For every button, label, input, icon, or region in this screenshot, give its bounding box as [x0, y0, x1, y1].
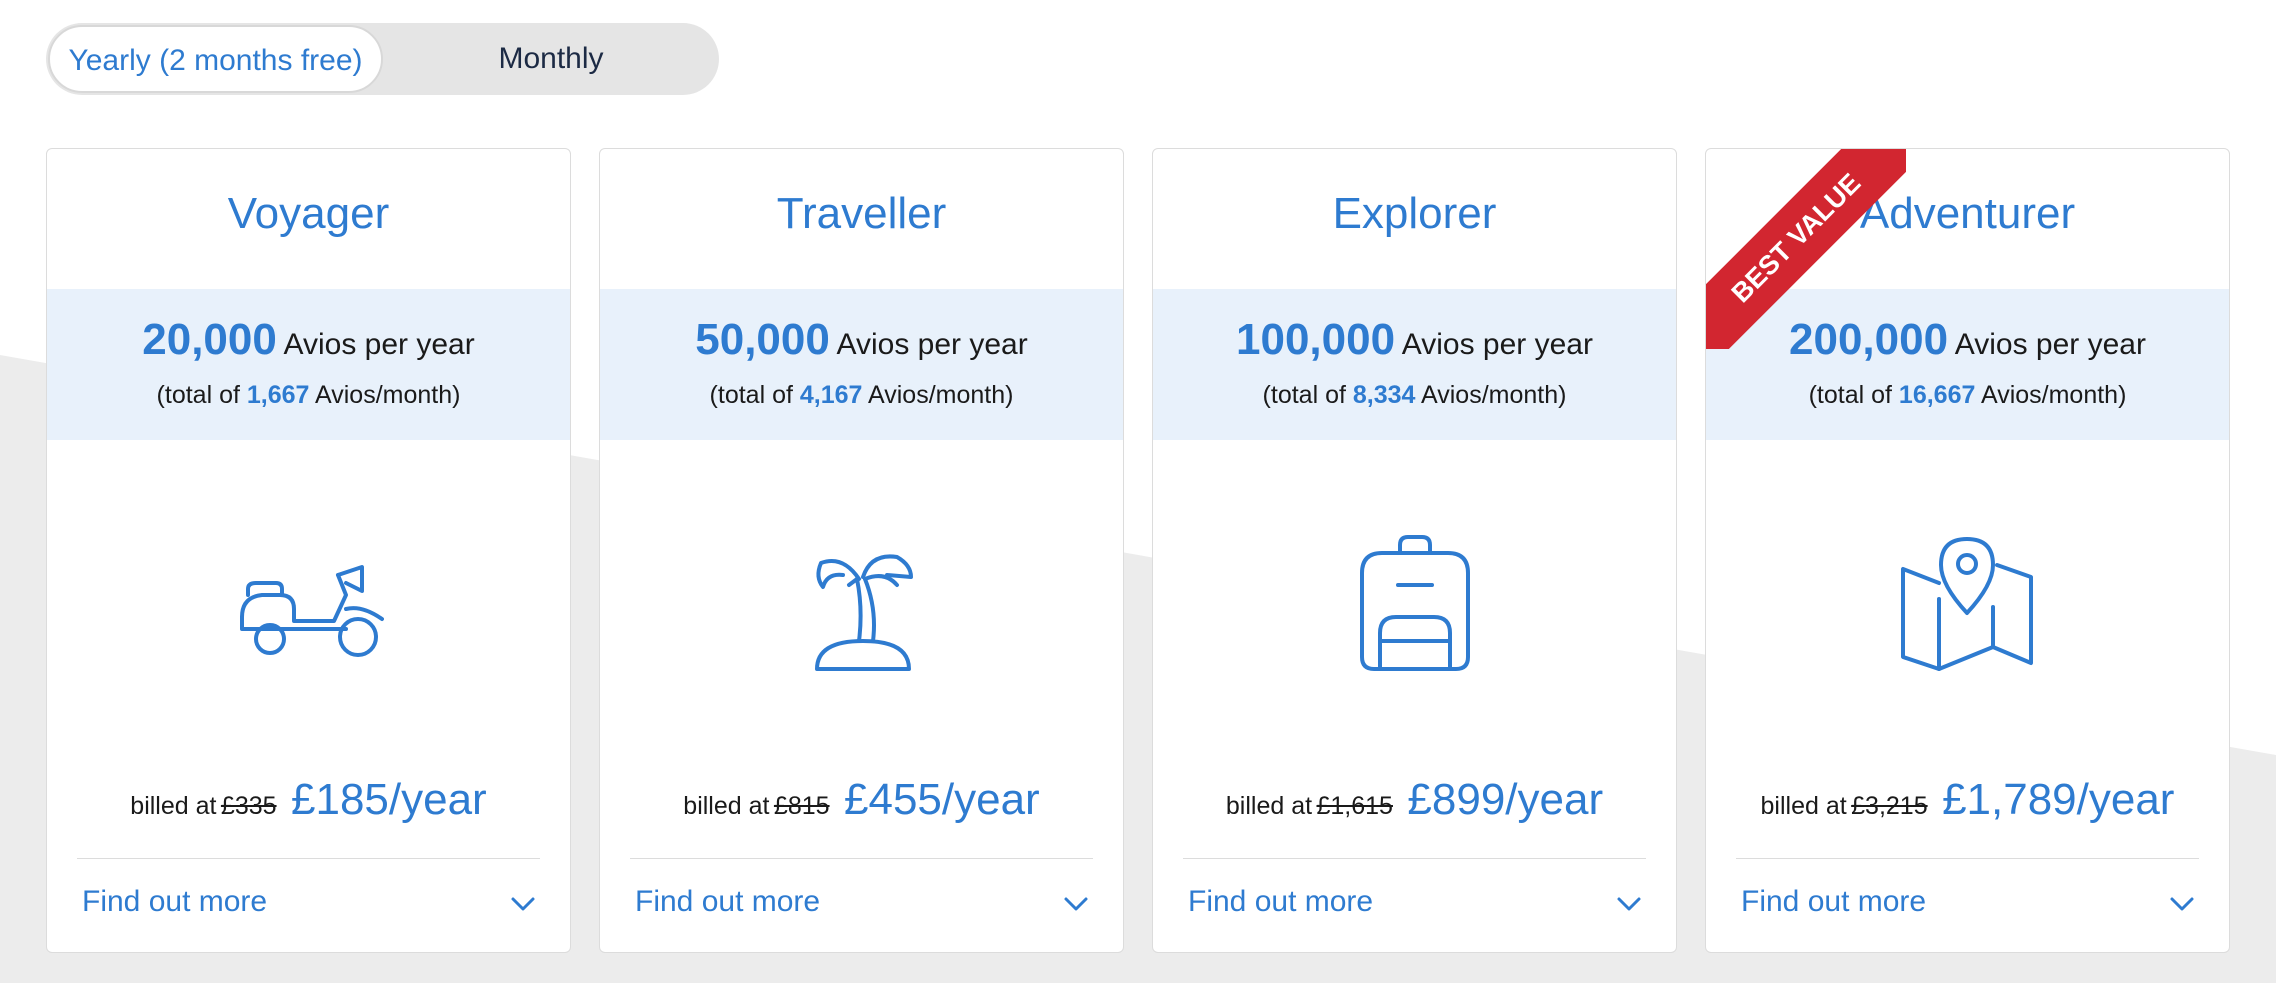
avios-per-year: 100,000 — [1236, 315, 1396, 364]
best-value-ribbon: BEST VALUE — [1706, 149, 1906, 349]
avios-per-year: 20,000 — [142, 315, 277, 364]
price-line: billed at £815 £455/year — [600, 775, 1123, 825]
divider — [1736, 858, 2199, 859]
price-line: billed at £335 £185/year — [47, 775, 570, 825]
plan-price: £455/year — [844, 775, 1040, 824]
avios-unit: Avios per year — [283, 328, 475, 361]
avios-band: 50,000 Avios per year (total of 4,167 Av… — [600, 289, 1123, 440]
divider — [630, 858, 1093, 859]
month-suffix: Avios/month) — [1421, 381, 1567, 409]
billed-label: billed at — [1760, 792, 1847, 820]
month-suffix: Avios/month) — [868, 381, 1014, 409]
billed-label: billed at — [683, 792, 770, 820]
plan-price: £185/year — [291, 775, 487, 824]
plan-card-explorer: Explorer 100,000 Avios per year (total o… — [1152, 148, 1677, 953]
avios-per-month: 8,334 — [1352, 381, 1416, 409]
map-pin-icon — [1893, 529, 2043, 679]
avios-per-month: 16,667 — [1898, 381, 1976, 409]
billing-toggle: Yearly (2 months free) Monthly — [46, 23, 719, 95]
old-price: £815 — [773, 792, 830, 820]
old-price: £335 — [220, 792, 277, 820]
plan-card-adventurer: Adventurer 200,000 Avios per year (total… — [1705, 148, 2230, 953]
plan-card-traveller: Traveller 50,000 Avios per year (total o… — [599, 148, 1124, 953]
palm-island-icon — [787, 529, 937, 679]
chevron-down-icon[interactable] — [1063, 891, 1089, 917]
find-out-more-link[interactable]: Find out more — [1188, 885, 1373, 919]
chevron-down-icon[interactable] — [1616, 891, 1642, 917]
month-suffix: Avios/month) — [1980, 381, 2127, 409]
avios-per-year: 50,000 — [695, 315, 830, 364]
toggle-yearly[interactable]: Yearly (2 months free) — [48, 25, 383, 93]
plan-card-voyager: Voyager 20,000 Avios per year (total of … — [46, 148, 571, 953]
plan-price: £1,789/year — [1942, 775, 2175, 824]
find-out-more-link[interactable]: Find out more — [82, 885, 267, 919]
backpack-icon — [1340, 529, 1490, 679]
find-out-more-link[interactable]: Find out more — [635, 885, 820, 919]
chevron-down-icon[interactable] — [510, 891, 536, 917]
find-out-more-link[interactable]: Find out more — [1741, 885, 1926, 919]
plan-price: £899/year — [1407, 775, 1604, 824]
old-price: £3,215 — [1851, 792, 1928, 820]
avios-per-month: 4,167 — [799, 381, 863, 409]
month-suffix: Avios/month) — [315, 381, 461, 409]
price-line: billed at £1,615 £899/year — [1153, 775, 1676, 825]
avios-band: 20,000 Avios per year (total of 1,667 Av… — [47, 289, 570, 440]
total-prefix: (total of — [709, 381, 793, 409]
price-line: billed at £3,215 £1,789/year — [1706, 775, 2229, 825]
avios-unit: Avios per year — [1401, 328, 1593, 361]
avios-unit: Avios per year — [1954, 328, 2146, 361]
avios-band: 100,000 Avios per year (total of 8,334 A… — [1153, 289, 1676, 440]
chevron-down-icon[interactable] — [2169, 891, 2195, 917]
best-value-badge: BEST VALUE — [1706, 149, 1906, 349]
plan-title: Traveller — [776, 189, 947, 238]
divider — [77, 858, 540, 859]
toggle-monthly[interactable]: Monthly — [383, 23, 719, 95]
total-prefix: (total of — [1808, 381, 1892, 409]
divider — [1183, 858, 1646, 859]
plan-title: Explorer — [1332, 189, 1497, 238]
avios-per-month: 1,667 — [246, 381, 310, 409]
total-prefix: (total of — [156, 381, 240, 409]
billed-label: billed at — [130, 792, 217, 820]
total-prefix: (total of — [1262, 381, 1346, 409]
scooter-icon — [234, 529, 384, 679]
old-price: £1,615 — [1316, 792, 1393, 820]
avios-unit: Avios per year — [836, 328, 1028, 361]
plan-title: Voyager — [227, 189, 390, 238]
billed-label: billed at — [1225, 792, 1313, 820]
